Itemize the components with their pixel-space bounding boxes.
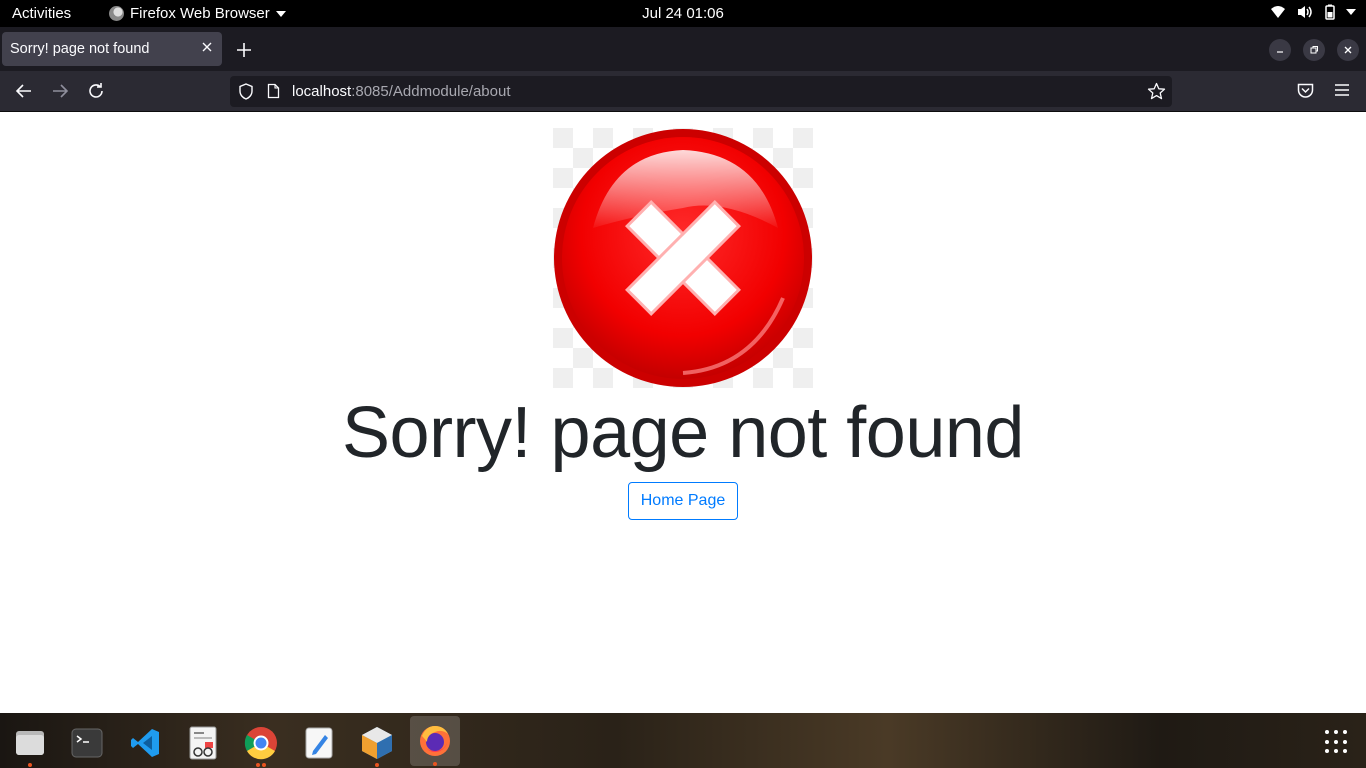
system-top-bar: Activities Firefox Web Browser Jul 24 01… bbox=[0, 0, 1366, 27]
system-tray[interactable] bbox=[1270, 4, 1356, 20]
running-indicator bbox=[256, 763, 260, 767]
wifi-icon bbox=[1271, 6, 1285, 18]
error-x-icon bbox=[553, 128, 813, 388]
navigation-bar: localhost:8085/Addmodule/about bbox=[0, 71, 1366, 111]
url-bar[interactable]: localhost:8085/Addmodule/about bbox=[230, 76, 1172, 107]
tab-strip: Sorry! page not found bbox=[0, 27, 1366, 71]
firefox-icon bbox=[420, 726, 450, 756]
chevron-down-icon bbox=[275, 10, 286, 17]
dock-netbeans[interactable] bbox=[352, 719, 402, 767]
netbeans-icon bbox=[362, 727, 392, 759]
clock[interactable]: Jul 24 01:06 bbox=[642, 5, 724, 22]
terminal-icon bbox=[71, 728, 103, 758]
page-icon[interactable] bbox=[267, 83, 280, 99]
bookmark-star-icon[interactable] bbox=[1147, 82, 1166, 101]
restore-icon bbox=[1310, 46, 1318, 54]
show-apps-icon[interactable] bbox=[1325, 730, 1349, 754]
close-icon[interactable] bbox=[200, 40, 214, 54]
page-content: Sorry! page not found Home Page bbox=[0, 112, 1366, 713]
back-arrow-icon[interactable] bbox=[13, 80, 35, 102]
minimize-button[interactable] bbox=[1269, 39, 1291, 61]
minimize-icon bbox=[1277, 51, 1283, 53]
running-indicator bbox=[375, 763, 379, 767]
text-editor-icon bbox=[305, 727, 333, 759]
activities-button[interactable]: Activities bbox=[12, 5, 71, 22]
chrome-icon bbox=[244, 727, 277, 760]
running-indicator bbox=[433, 762, 437, 766]
files-icon bbox=[16, 731, 44, 755]
volume-icon bbox=[1298, 6, 1312, 18]
tab-active[interactable]: Sorry! page not found bbox=[2, 32, 222, 66]
restore-button[interactable] bbox=[1303, 39, 1325, 61]
chevron-down-icon bbox=[1346, 9, 1356, 15]
tab-title: Sorry! page not found bbox=[10, 41, 150, 57]
dock-chrome[interactable] bbox=[236, 719, 286, 767]
battery-icon bbox=[1325, 4, 1335, 20]
app-menu[interactable]: Firefox Web Browser bbox=[109, 5, 286, 22]
app-menu-label: Firefox Web Browser bbox=[130, 5, 270, 22]
pocket-icon[interactable] bbox=[1296, 81, 1315, 100]
firefox-small-icon bbox=[109, 6, 124, 21]
dock-terminal[interactable] bbox=[62, 719, 112, 767]
close-icon bbox=[1344, 46, 1352, 54]
vscode-icon bbox=[131, 729, 159, 757]
url-path: :8085/Addmodule/about bbox=[351, 83, 511, 100]
forward-arrow-icon[interactable] bbox=[49, 80, 71, 102]
new-tab-icon[interactable] bbox=[234, 40, 254, 60]
dock-document-viewer[interactable] bbox=[178, 719, 228, 767]
close-window-button[interactable] bbox=[1337, 39, 1359, 61]
running-indicator bbox=[28, 763, 32, 767]
home-page-button[interactable]: Home Page bbox=[628, 482, 738, 520]
dock bbox=[0, 713, 1366, 768]
dock-text-editor[interactable] bbox=[294, 719, 344, 767]
page-title: Sorry! page not found bbox=[342, 393, 1024, 473]
url-host: localhost bbox=[292, 83, 352, 100]
document-viewer-icon bbox=[189, 726, 217, 760]
dock-firefox[interactable] bbox=[410, 716, 460, 766]
running-indicator bbox=[262, 763, 266, 767]
dock-files[interactable] bbox=[5, 719, 55, 767]
menu-icon[interactable] bbox=[1333, 81, 1351, 99]
shield-icon[interactable] bbox=[238, 83, 254, 100]
dock-vscode[interactable] bbox=[120, 719, 170, 767]
reload-icon[interactable] bbox=[85, 80, 107, 102]
url-text[interactable]: localhost:8085/Addmodule/about bbox=[292, 83, 511, 100]
